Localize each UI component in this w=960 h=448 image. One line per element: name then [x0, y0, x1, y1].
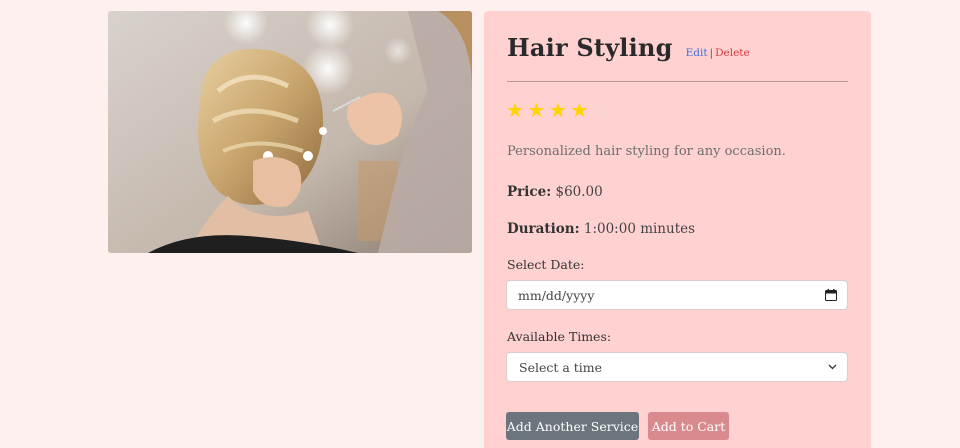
duration-label: Duration: — [507, 221, 580, 237]
star-filled-icon: ★ — [549, 98, 567, 122]
star-rating: ★ ★ ★ ★ ☆ — [506, 98, 614, 122]
admin-link-separator: | — [709, 47, 714, 59]
price-label: Price: — [507, 184, 552, 200]
available-times-label: Available Times: — [507, 329, 612, 344]
date-input[interactable]: mm/dd/yyyy — [506, 280, 848, 310]
star-filled-icon: ★ — [527, 98, 546, 122]
date-placeholder: mm/dd/yyyy — [518, 287, 595, 303]
time-select[interactable]: Select a time — [506, 352, 848, 382]
title-divider — [507, 81, 848, 82]
service-photo — [108, 11, 472, 253]
service-description: Personalized hair styling for any occasi… — [507, 144, 786, 159]
star-filled-icon: ★ — [570, 98, 589, 122]
chevron-down-icon — [828, 364, 837, 370]
service-title: Hair Styling — [507, 33, 673, 62]
select-date-label: Select Date: — [507, 257, 585, 272]
duration-line: Duration: 1:00:00 minutes — [507, 221, 695, 237]
edit-link[interactable]: Edit — [686, 47, 708, 59]
add-another-service-button[interactable]: Add Another Service — [506, 412, 639, 440]
price-line: Price: $60.00 — [507, 184, 603, 200]
price-value: $60.00 — [555, 184, 603, 200]
add-to-cart-button[interactable]: Add to Cart — [648, 412, 729, 440]
calendar-icon[interactable] — [825, 289, 837, 301]
delete-link[interactable]: Delete — [715, 47, 750, 59]
duration-value: 1:00:00 minutes — [583, 221, 696, 237]
title-row: Hair Styling Edit | Delete — [507, 33, 750, 62]
star-empty-icon: ☆ — [592, 98, 610, 122]
hair-styling-image — [108, 11, 472, 253]
time-select-value: Select a time — [519, 359, 603, 375]
service-card: Hair Styling Edit | Delete ★ ★ ★ ★ ☆ Personali… — [484, 11, 871, 448]
star-filled-icon: ★ — [506, 98, 524, 122]
service-detail-page: Hair Styling Edit | Delete ★ ★ ★ ★ ☆ Personali… — [0, 0, 960, 448]
admin-links: Edit | Delete — [686, 47, 750, 59]
